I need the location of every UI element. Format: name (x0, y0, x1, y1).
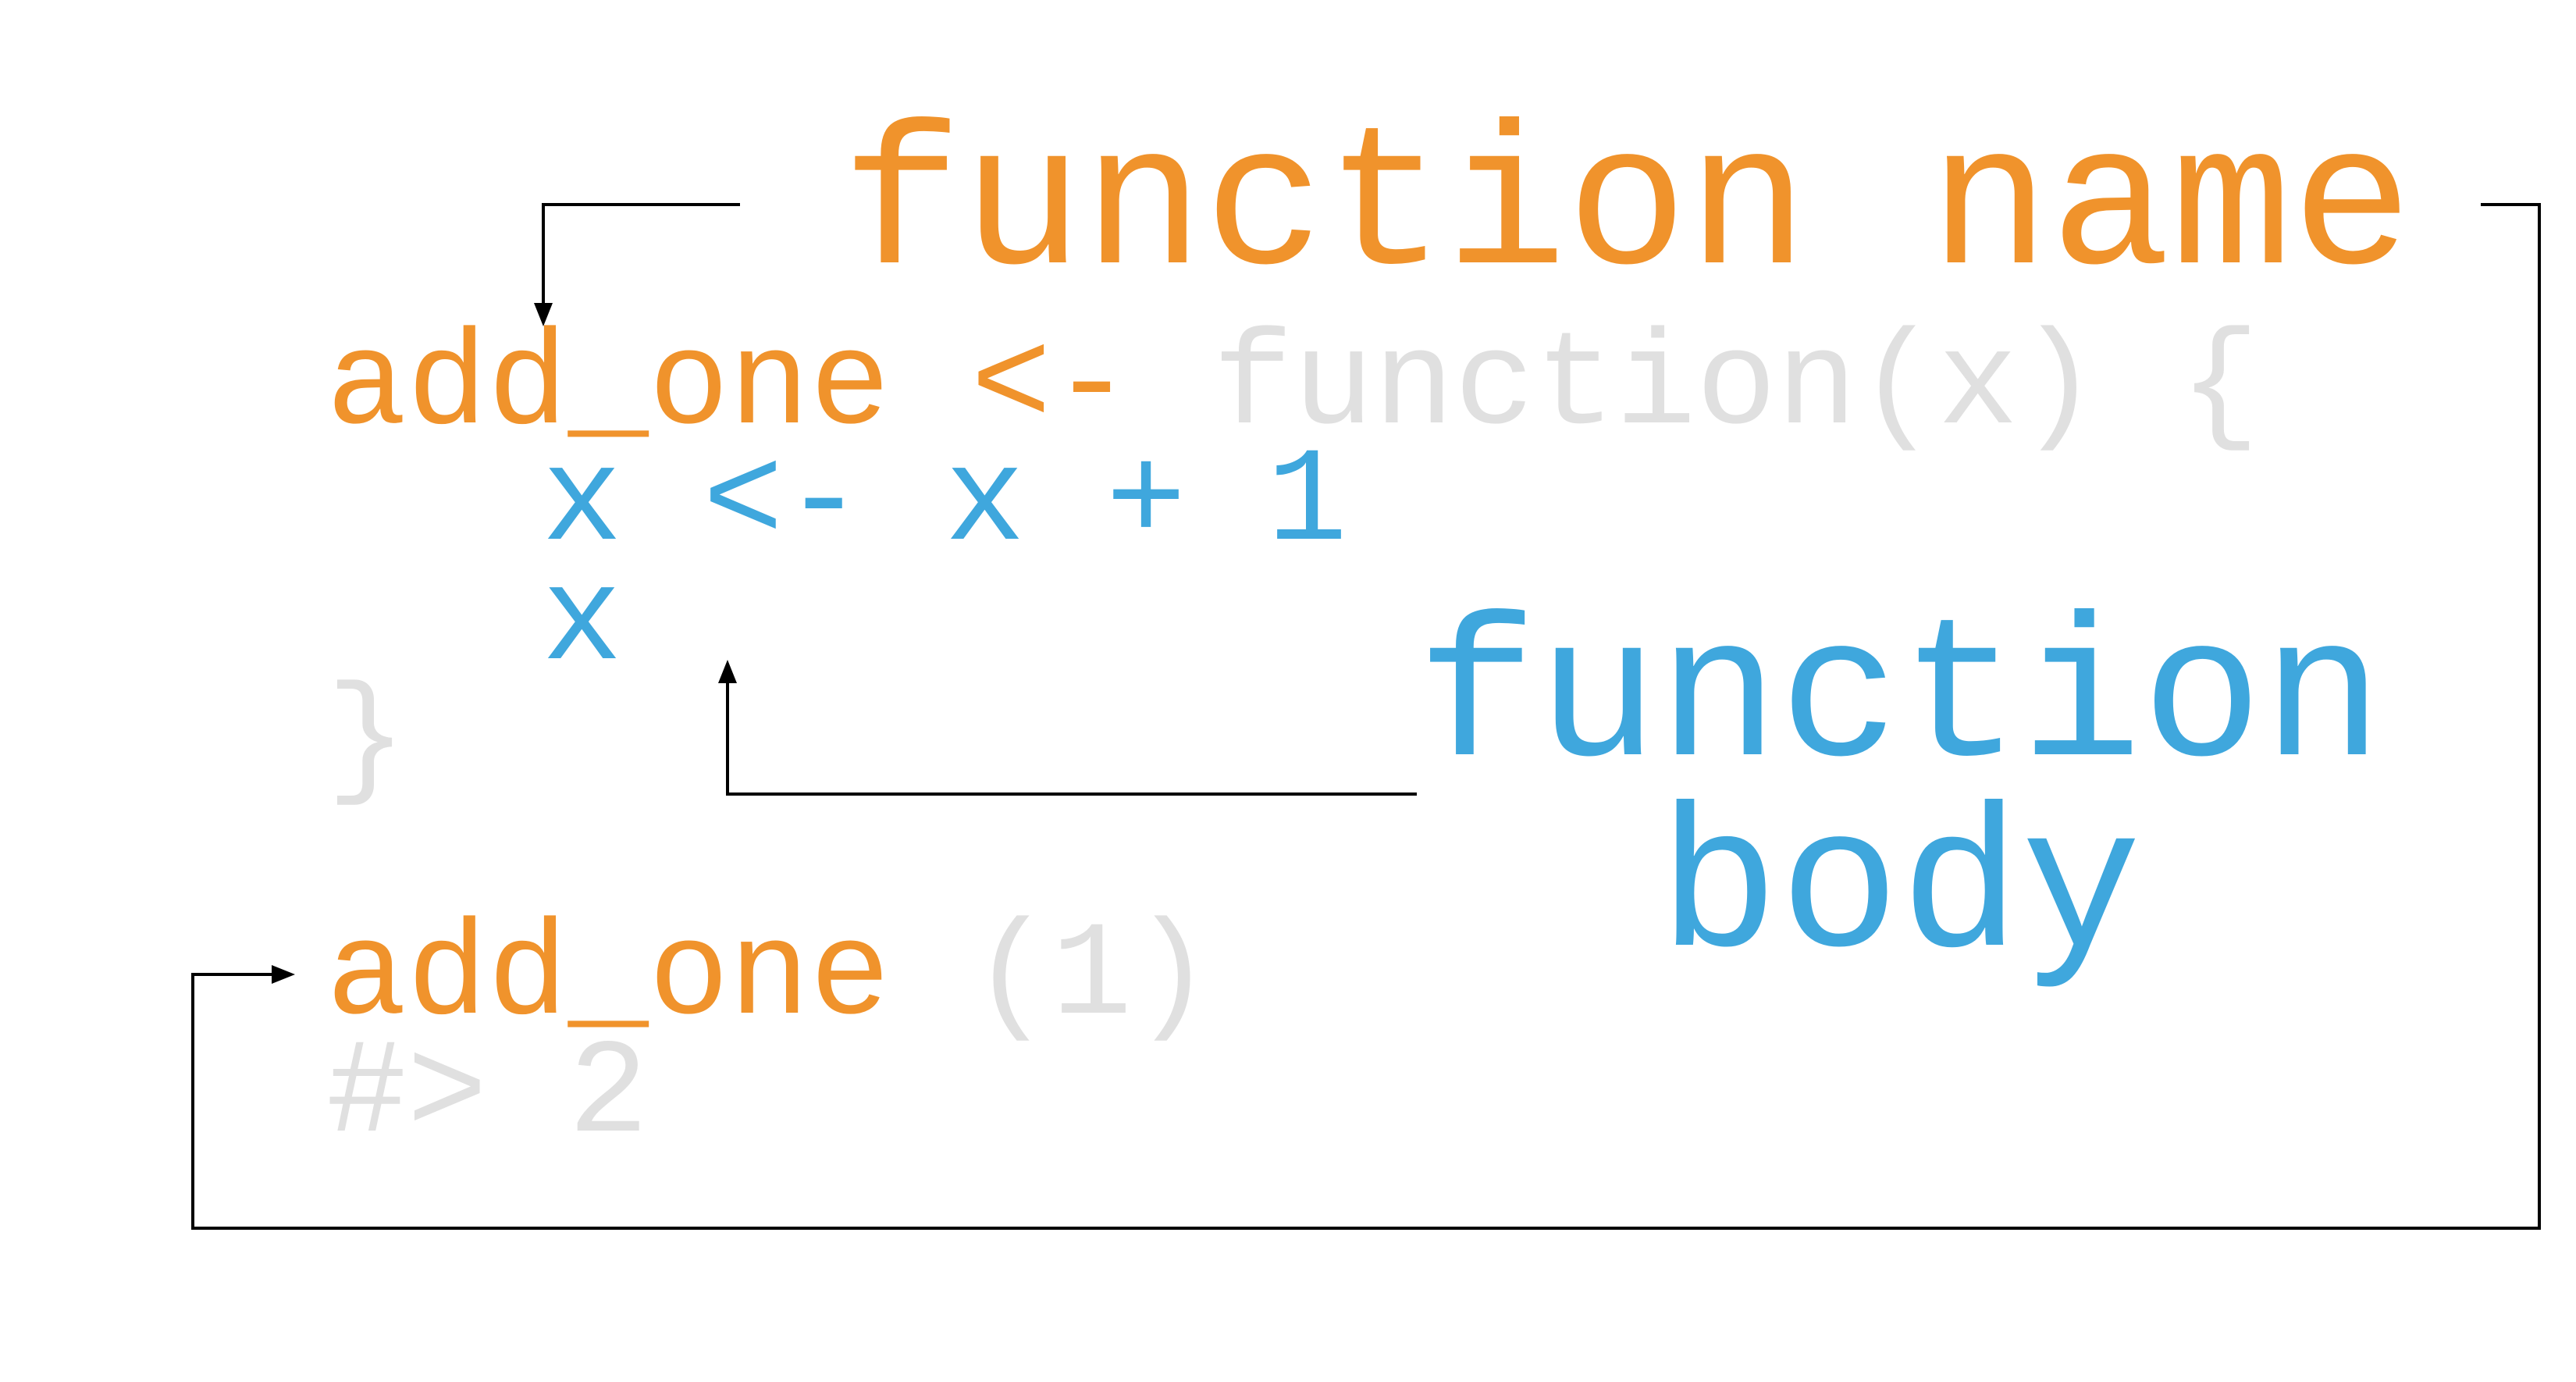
function-name-label: function name (841, 95, 2413, 323)
function-anatomy-diagram: add_one <- function(x) { x <- x + 1 x } … (191, 95, 2541, 1230)
code-line-output: #> 2 (326, 1019, 649, 1171)
body-arrowhead (718, 660, 737, 683)
body-arrow-line (726, 683, 1417, 796)
call-args-token: (1) (971, 901, 1213, 1053)
name-arrow-line (542, 203, 740, 305)
function-body-label-line2: body (1658, 778, 2141, 1006)
code-line-body-assign: x <- x + 1 (542, 427, 1347, 579)
code-line-body-return: x (542, 547, 622, 699)
code-line-close-brace: } (326, 665, 407, 817)
function-keyword-token: function(x) { (1212, 311, 2260, 463)
call-arrowhead (272, 965, 295, 984)
